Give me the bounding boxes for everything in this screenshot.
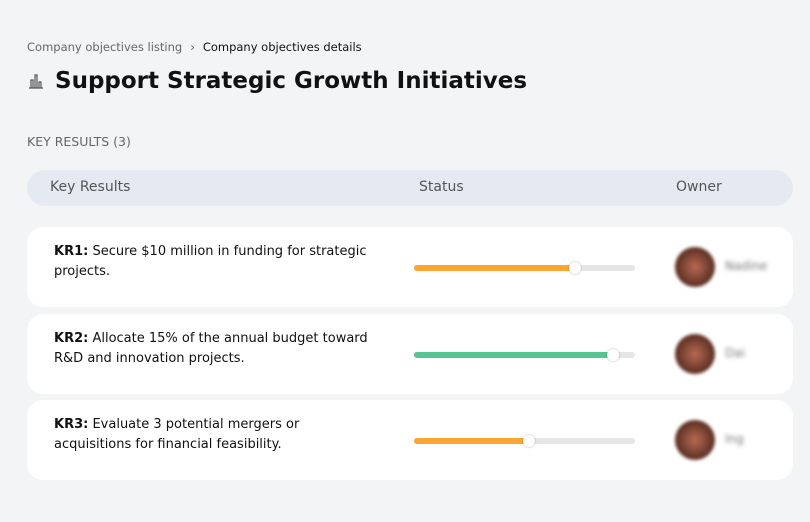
key-result-text: KR3: Evaluate 3 potential mergers or acq… [54,415,374,455]
key-result-text: KR2: Allocate 15% of the annual budget t… [54,329,374,369]
column-header-status: Status [419,179,464,195]
key-result-id: KR3: [54,417,89,432]
progress-fill [414,438,529,444]
column-header-owner: Owner [676,179,722,195]
key-result-row[interactable]: KR3: Evaluate 3 potential mergers or acq… [27,400,793,480]
key-result-description: Evaluate 3 potential mergers or acquisit… [54,417,300,452]
slider-thumb[interactable] [606,349,619,361]
key-result-id: KR1: [54,244,89,259]
slider-thumb[interactable] [522,435,535,447]
owner-name: Ing [725,432,744,446]
progress-slider[interactable] [414,262,635,274]
progress-slider[interactable] [414,435,635,447]
key-result-row[interactable]: KR2: Allocate 15% of the annual budget t… [27,314,793,394]
bar-chart-icon [29,74,43,89]
chevron-right-icon: › [190,40,195,54]
progress-fill [414,265,576,271]
key-result-description: Allocate 15% of the annual budget toward… [54,331,368,366]
page-header: Support Strategic Growth Initiatives [27,68,527,94]
progress-fill [414,352,613,358]
owner-avatar [675,247,715,287]
progress-slider[interactable] [414,349,635,361]
section-label: KEY RESULTS (3) [27,134,131,149]
slider-thumb[interactable] [569,262,582,274]
owner-name: Nadine [725,259,768,273]
owner-name: Dai [725,346,745,360]
breadcrumb-current: Company objectives details [202,40,362,54]
table-header: Key Results Status Owner [27,170,793,206]
key-result-description: Secure $10 million in funding for strate… [54,244,367,279]
page-title: Support Strategic Growth Initiatives [55,68,528,94]
owner-avatar [675,334,715,374]
key-result-row[interactable]: KR1: Secure $10 million in funding for s… [27,227,793,307]
key-result-text: KR1: Secure $10 million in funding for s… [54,242,374,282]
column-header-key-results: Key Results [50,179,131,195]
key-result-id: KR2: [54,331,89,346]
owner-avatar [675,420,715,460]
breadcrumb-parent-link[interactable]: Company objectives listing [27,40,182,54]
breadcrumb: Company objectives listing › Company obj… [27,40,362,54]
